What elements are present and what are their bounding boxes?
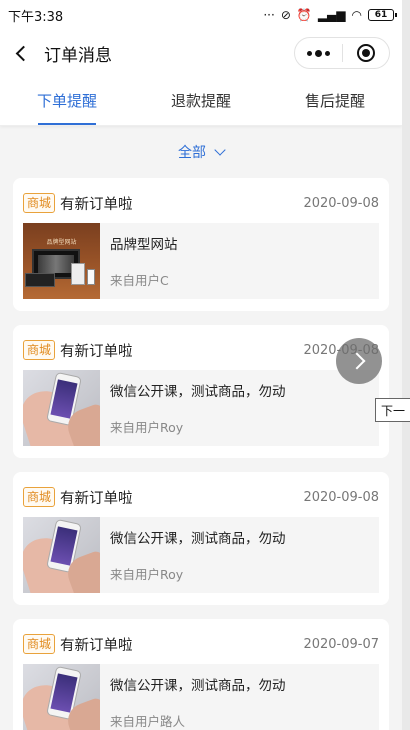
tab-bar: 下单提醒 退款提醒 售后提醒 <box>0 76 402 126</box>
order-card[interactable]: 商城 有新订单啦 2020-09-08 微信公开课，测试商品，勿动 来自用户Ro… <box>13 472 389 605</box>
status-bar: 下午3:38 ··· ⊘ ⏰ ▂▄▆ ◠ 61 <box>0 0 402 30</box>
more-icon[interactable] <box>295 38 342 68</box>
back-icon[interactable] <box>0 30 40 76</box>
card-title: 有新订单啦 <box>60 637 133 654</box>
mute-icon: ⊘ <box>280 8 291 22</box>
wifi-icon: ◠ <box>351 8 362 22</box>
product-name: 品牌型网站 <box>110 237 178 253</box>
product-thumbnail <box>23 517 100 593</box>
filter-dropdown[interactable]: 全部 <box>0 126 402 178</box>
thumbnail-label: 品牌型网站 <box>46 239 77 246</box>
product-name: 微信公开课，测试商品，勿动 <box>110 678 286 694</box>
close-target-icon[interactable] <box>343 38 389 68</box>
product-thumbnail: 品牌型网站 <box>23 223 100 299</box>
chevron-right-icon <box>348 352 366 370</box>
card-title: 有新订单啦 <box>60 196 133 213</box>
status-time: 下午3:38 <box>8 9 64 25</box>
card-title: 有新订单啦 <box>60 490 133 507</box>
order-card[interactable]: 商城 有新订单啦 2020-09-08 微信公开课，测试商品，勿动 来自用户Ro… <box>13 325 389 458</box>
card-date: 2020-09-08 <box>303 195 379 211</box>
tab-refund-reminder[interactable]: 退款提醒 <box>134 76 268 125</box>
from-user: 来自用户C <box>110 273 169 288</box>
product-thumbnail <box>23 664 100 730</box>
from-user: 来自用户路人 <box>110 714 186 729</box>
alarm-icon: ⏰ <box>296 8 312 22</box>
cellular-signal-icon: ▂▄▆ <box>317 8 346 22</box>
battery-icon: 61 <box>368 9 397 21</box>
card-date: 2020-09-08 <box>303 489 379 505</box>
product-name: 微信公开课，测试商品，勿动 <box>110 384 286 400</box>
card-date: 2020-09-07 <box>303 636 379 652</box>
next-tooltip: 下一 <box>375 398 410 422</box>
product-name: 微信公开课，测试商品，勿动 <box>110 531 286 547</box>
phone-screen: 下午3:38 ··· ⊘ ⏰ ▂▄▆ ◠ 61 订单消息 下单提醒 退款提醒 售… <box>0 0 402 730</box>
signal-dots-icon: ··· <box>263 8 275 22</box>
tab-aftersale-reminder[interactable]: 售后提醒 <box>268 76 402 125</box>
page-edge <box>402 0 410 730</box>
battery-level: 61 <box>374 10 388 20</box>
card-title: 有新订单啦 <box>60 343 133 360</box>
chevron-down-icon <box>214 144 226 156</box>
order-list: 商城 有新订单啦 2020-09-08 品牌型网站 品牌型网站 来自用户C 商城… <box>0 178 402 730</box>
store-badge: 商城 <box>23 487 56 507</box>
mini-program-capsule <box>294 37 390 69</box>
tab-order-reminder[interactable]: 下单提醒 <box>0 76 134 125</box>
store-badge: 商城 <box>23 340 56 360</box>
from-user: 来自用户Roy <box>110 567 184 582</box>
order-card[interactable]: 商城 有新订单啦 2020-09-07 微信公开课，测试商品，勿动 来自用户路人 <box>13 619 389 730</box>
page-title: 订单消息 <box>44 45 112 66</box>
store-badge: 商城 <box>23 634 56 654</box>
from-user: 来自用户Roy <box>110 420 184 435</box>
next-arrow-button[interactable] <box>336 338 382 384</box>
status-icons: ··· ⊘ ⏰ ▂▄▆ ◠ 61 <box>263 8 397 22</box>
filter-label: 全部 <box>178 145 206 161</box>
store-badge: 商城 <box>23 193 56 213</box>
order-card[interactable]: 商城 有新订单啦 2020-09-08 品牌型网站 品牌型网站 来自用户C <box>13 178 389 311</box>
product-thumbnail <box>23 370 100 446</box>
nav-bar: 订单消息 <box>0 30 402 76</box>
